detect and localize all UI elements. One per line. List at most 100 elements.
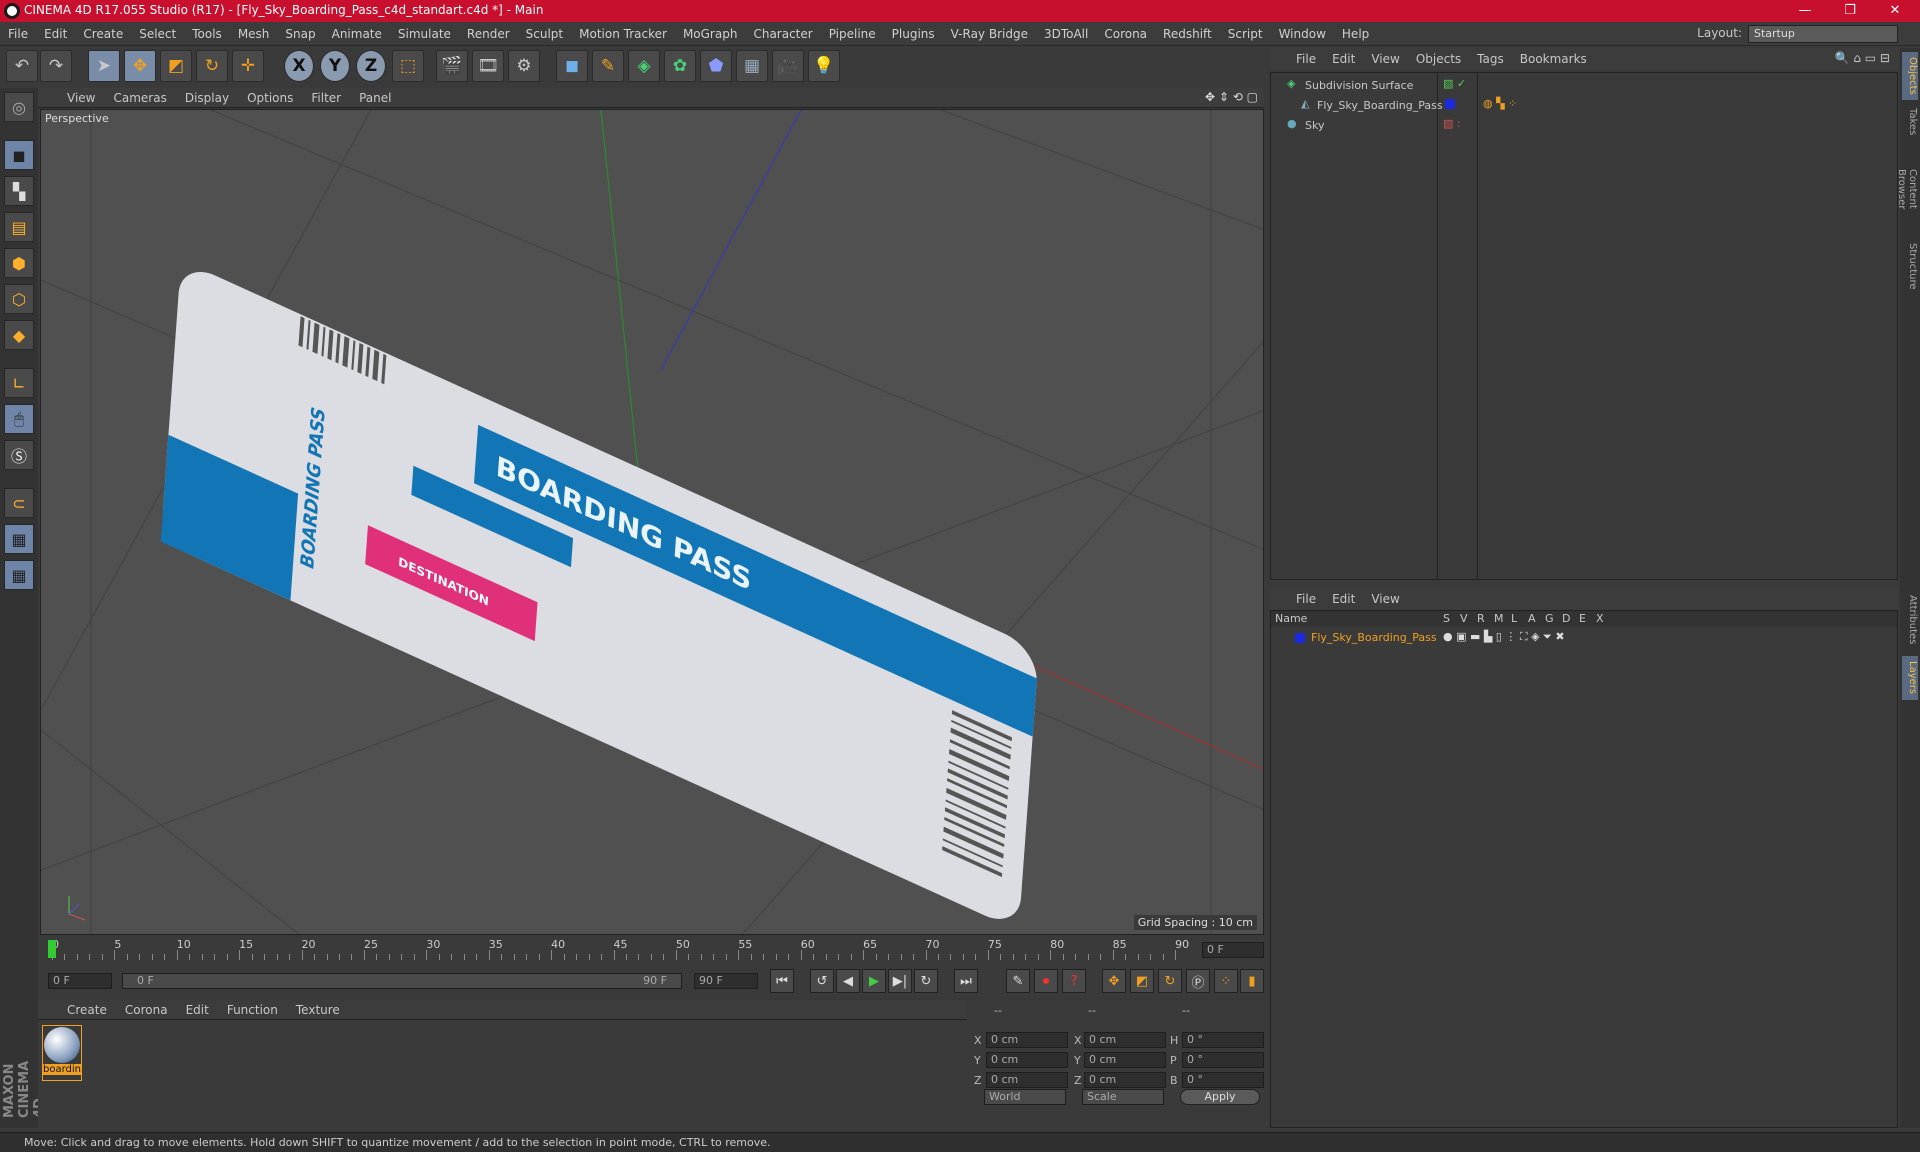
edges-mode-icon[interactable]: ⬡ <box>4 284 34 314</box>
move-tool-icon[interactable]: ✥ <box>124 50 156 82</box>
texture-mode-icon[interactable]: ▚ <box>4 176 34 206</box>
viewport-menu-filter[interactable]: Filter <box>302 88 350 108</box>
tab-content-browser[interactable]: Content Browser <box>1896 144 1918 234</box>
restore-button[interactable]: ❐ <box>1830 1 1870 21</box>
x-axis-lock-icon[interactable]: X <box>284 50 314 82</box>
menu-vray-bridge[interactable]: V-Ray Bridge <box>943 22 1036 46</box>
obj-menu-objects[interactable]: Objects <box>1408 48 1469 70</box>
menu-redshift[interactable]: Redshift <box>1155 22 1220 46</box>
visibility-check-icon[interactable]: ▧ ✓ <box>1443 77 1466 90</box>
obj-menu-edit[interactable]: Edit <box>1324 48 1363 70</box>
step-back-icon[interactable]: ↺ <box>810 969 834 993</box>
frame-range-slider[interactable]: 0 F 90 F <box>122 973 682 989</box>
visibility-dots-icon[interactable]: ▧ : <box>1443 117 1461 130</box>
axis-mode-icon[interactable]: ∟ <box>4 368 34 398</box>
menu-script[interactable]: Script <box>1220 22 1271 46</box>
size-y-field[interactable]: 0 cm <box>1084 1052 1166 1068</box>
menu-tools[interactable]: Tools <box>184 22 230 46</box>
material-tag-icon[interactable]: ◍ ▚ ⁘ <box>1483 97 1517 110</box>
rotation-h-field[interactable]: 0 ° <box>1182 1032 1264 1048</box>
prev-frame-icon[interactable]: ◀ <box>836 969 860 993</box>
menu-edit[interactable]: Edit <box>36 22 75 46</box>
menu-sculpt[interactable]: Sculpt <box>518 22 571 46</box>
timeline-ruler[interactable]: 051015202530354045505560657075808590 0 F <box>40 936 1266 964</box>
tab-structure[interactable]: Structure <box>1902 238 1918 294</box>
tweak-mode-icon[interactable]: 🖱 <box>4 404 34 434</box>
polygons-mode-icon[interactable]: ◆ <box>4 320 34 350</box>
layout-select[interactable]: Startup <box>1748 25 1898 43</box>
grid-snap-icon[interactable]: ▦ <box>4 560 34 590</box>
key-pla-icon[interactable]: ⁘ <box>1214 969 1238 993</box>
tab-objects[interactable]: Objects <box>1902 52 1918 100</box>
tab-takes[interactable]: Takes <box>1902 104 1918 140</box>
boarding-pass-model[interactable]: BOARDING PASS DESTINATION BOARDING PASS <box>160 260 1039 931</box>
position-x-field[interactable]: 0 cm <box>986 1032 1068 1048</box>
timeline-window-icon[interactable]: ▮ <box>1240 969 1264 993</box>
menu-pipeline[interactable]: Pipeline <box>821 22 884 46</box>
z-axis-lock-icon[interactable]: Z <box>356 50 386 82</box>
menu-simulate[interactable]: Simulate <box>390 22 459 46</box>
material-menu-edit[interactable]: Edit <box>177 1000 218 1020</box>
layer-menu-file[interactable]: File <box>1288 588 1324 610</box>
pen-spline-icon[interactable]: ✎ <box>592 50 624 82</box>
playhead[interactable] <box>48 940 56 958</box>
magnet-snap-icon[interactable]: ⊂ <box>4 488 34 518</box>
menu-create[interactable]: Create <box>75 22 131 46</box>
menu-mograph[interactable]: MoGraph <box>675 22 746 46</box>
position-y-field[interactable]: 0 cm <box>986 1052 1068 1068</box>
viewport-menu-view[interactable]: View <box>58 88 104 108</box>
layer-color-icon[interactable] <box>1445 99 1455 109</box>
coord-system-select[interactable]: World <box>984 1089 1066 1105</box>
material-menu-create[interactable]: Create <box>58 1000 116 1020</box>
object-row-sky[interactable]: ● Sky ▧ : <box>1271 115 1897 135</box>
keyframe-record-icon[interactable]: ✎ <box>1006 969 1030 993</box>
size-z-field[interactable]: 0 cm <box>1084 1072 1166 1088</box>
workplane-lock-icon[interactable]: ▦ <box>4 524 34 554</box>
start-frame-field[interactable]: 0 F <box>48 973 112 989</box>
goto-start-icon[interactable]: ⏮ <box>770 969 794 993</box>
rotation-p-field[interactable]: 0 ° <box>1182 1052 1264 1068</box>
next-frame-icon[interactable]: ▶| <box>888 969 912 993</box>
step-forward-icon[interactable]: ↻ <box>914 969 938 993</box>
y-axis-lock-icon[interactable]: Y <box>320 50 350 82</box>
tab-layers[interactable]: Layers <box>1902 656 1918 700</box>
transform-tool-icon[interactable]: ✛ <box>232 50 264 82</box>
workplane-mode-icon[interactable]: ▤ <box>4 212 34 242</box>
layer-row[interactable]: Fly_Sky_Boarding_Pass ● ▣ ▬ ▙ ▯ ⋮ ⛶ ◈ ⏷ … <box>1271 629 1897 647</box>
key-parameter-icon[interactable]: Ⓟ <box>1186 969 1210 993</box>
apply-button[interactable]: Apply <box>1180 1089 1260 1105</box>
viewport-nav-icons[interactable]: ✥ ⇕ ⟲ ▢ <box>1205 90 1258 104</box>
coordinate-system-icon[interactable]: ⬚ <box>392 50 424 82</box>
menu-file[interactable]: File <box>0 22 36 46</box>
material-swatch[interactable]: boardin <box>42 1025 82 1081</box>
perspective-viewport[interactable]: BOARDING PASS DESTINATION BOARDING PASS <box>40 109 1264 935</box>
select-pointer-icon[interactable]: ➤ <box>88 50 120 82</box>
layer-menu-edit[interactable]: Edit <box>1324 588 1363 610</box>
rotation-b-field[interactable]: 0 ° <box>1182 1072 1264 1088</box>
layer-menu-view[interactable]: View <box>1363 588 1407 610</box>
menu-corona[interactable]: Corona <box>1096 22 1155 46</box>
position-z-field[interactable]: 0 cm <box>986 1072 1068 1088</box>
end-frame-field[interactable]: 90 F <box>694 973 758 989</box>
cube-primitive-icon[interactable]: ◼ <box>556 50 588 82</box>
menu-render[interactable]: Render <box>459 22 518 46</box>
menu-select[interactable]: Select <box>131 22 184 46</box>
points-mode-icon[interactable]: ⬢ <box>4 248 34 278</box>
current-frame-field[interactable]: 0 F <box>1202 942 1264 958</box>
layer-toggle-icons[interactable]: ● ▣ ▬ ▙ ▯ ⋮ ⛶ ◈ ⏷ ✖ <box>1443 630 1565 644</box>
camera-icon[interactable]: 🎥 <box>772 50 804 82</box>
object-row-boarding-pass[interactable]: ◭ Fly_Sky_Boarding_Pass ◍ ▚ ⁘ <box>1271 95 1897 115</box>
minimize-button[interactable]: — <box>1785 1 1825 21</box>
rotate-tool-icon[interactable]: ↻ <box>196 50 228 82</box>
menu-snap[interactable]: Snap <box>277 22 323 46</box>
undo-icon[interactable]: ↶ <box>6 50 38 82</box>
make-editable-icon[interactable]: ◎ <box>4 92 34 122</box>
viewport-menu-cameras[interactable]: Cameras <box>104 88 175 108</box>
obj-header-icons[interactable]: 🔍 ⌂ ▭ ⊟ <box>1835 51 1890 65</box>
key-scale-icon[interactable]: ◩ <box>1130 969 1154 993</box>
menu-character[interactable]: Character <box>745 22 820 46</box>
keyframe-help-icon[interactable]: ? <box>1062 969 1086 993</box>
render-picture-viewer-icon[interactable]: 🎞 <box>472 50 504 82</box>
model-mode-icon[interactable]: ◼ <box>4 140 34 170</box>
viewport-menu-display[interactable]: Display <box>176 88 238 108</box>
